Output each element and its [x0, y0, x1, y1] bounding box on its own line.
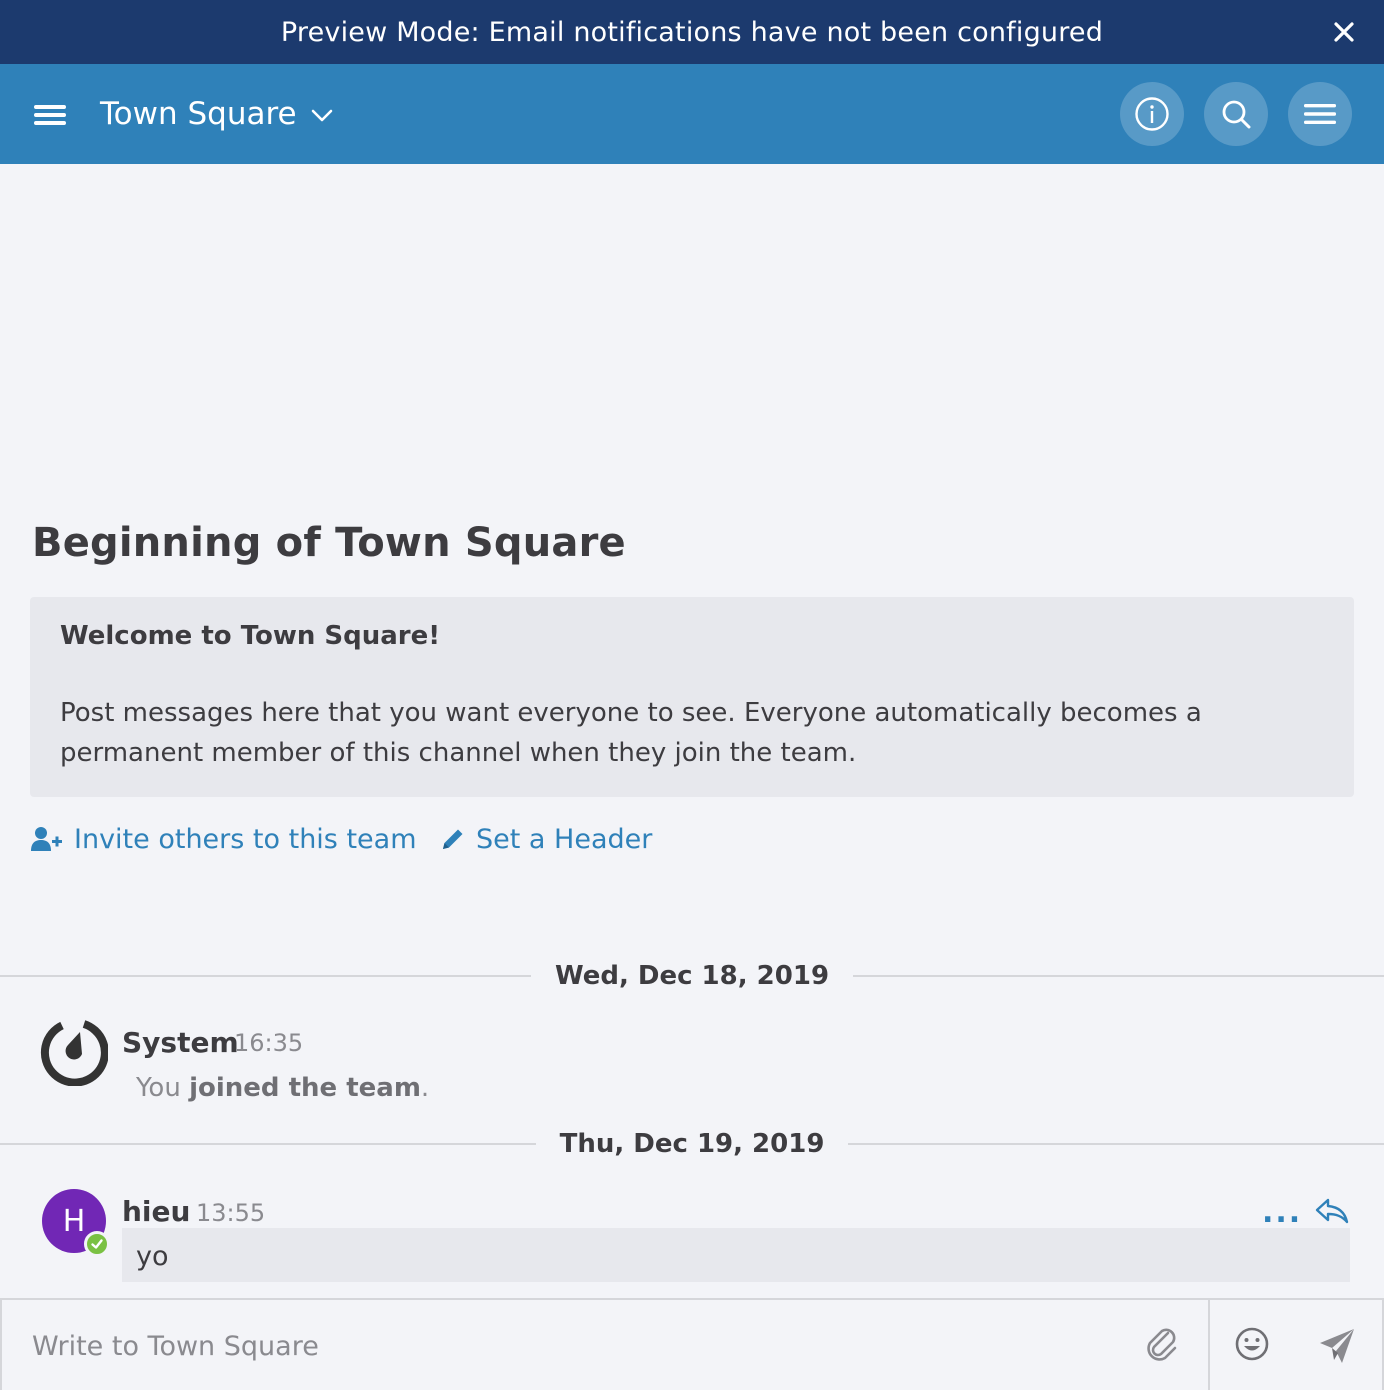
close-icon[interactable]	[1326, 14, 1362, 50]
channel-name: Town Square	[100, 96, 297, 132]
channel-intro-box: Welcome to Town Square! Post messages he…	[30, 597, 1354, 797]
set-header-link[interactable]: Set a Header	[440, 820, 652, 858]
more-actions-icon[interactable]: ...	[1262, 1195, 1302, 1230]
online-status-icon	[84, 1231, 110, 1257]
message-input[interactable]	[2, 1300, 1208, 1390]
post-time[interactable]: 16:35	[234, 1029, 303, 1057]
message-composer	[0, 1298, 1384, 1390]
banner-text: Preview Mode: Email notifications have n…	[280, 16, 1104, 48]
post-message: yo	[136, 1241, 169, 1272]
post-time[interactable]: 13:55	[196, 1199, 265, 1227]
channel-header: Town Square	[0, 64, 1384, 164]
welcome-body: Post messages here that you want everyon…	[60, 698, 1202, 768]
info-icon	[1135, 97, 1169, 131]
mattermost-logo-icon	[40, 1020, 108, 1086]
chevron-down-icon	[311, 109, 332, 122]
reply-icon[interactable]	[1314, 1197, 1350, 1225]
search-button[interactable]	[1204, 82, 1268, 146]
preview-mode-banner: Preview Mode: Email notifications have n…	[0, 0, 1384, 64]
channel-intro-title: Beginning of Town Square	[32, 520, 626, 566]
invite-others-link[interactable]: Invite others to this team	[30, 820, 417, 858]
emoji-icon[interactable]	[1232, 1324, 1272, 1364]
post-message: You joined the team.	[136, 1073, 430, 1103]
invite-others-label: Invite others to this team	[74, 823, 417, 855]
add-user-icon	[31, 827, 62, 851]
hamburger-icon[interactable]	[28, 96, 72, 132]
post-author[interactable]: System	[122, 1026, 239, 1059]
channel-title-dropdown[interactable]: Town Square	[100, 92, 333, 136]
main-menu-button[interactable]	[1288, 82, 1352, 146]
search-icon	[1222, 100, 1251, 129]
date-separator: Wed, Dec 18, 2019	[0, 961, 1384, 991]
attachment-icon[interactable]	[1142, 1324, 1182, 1364]
date-separator: Thu, Dec 19, 2019	[0, 1129, 1384, 1159]
pencil-icon	[443, 829, 463, 849]
menu-icon	[1304, 104, 1336, 124]
send-icon[interactable]	[1316, 1326, 1358, 1366]
post-author[interactable]: hieu	[122, 1195, 190, 1228]
post-highlight	[122, 1228, 1350, 1282]
set-header-label: Set a Header	[476, 823, 653, 855]
welcome-heading: Welcome to Town Square!	[60, 621, 441, 651]
date-separator-label: Thu, Dec 19, 2019	[535, 1129, 849, 1159]
channel-info-button[interactable]	[1120, 82, 1184, 146]
date-separator-label: Wed, Dec 18, 2019	[530, 961, 854, 991]
